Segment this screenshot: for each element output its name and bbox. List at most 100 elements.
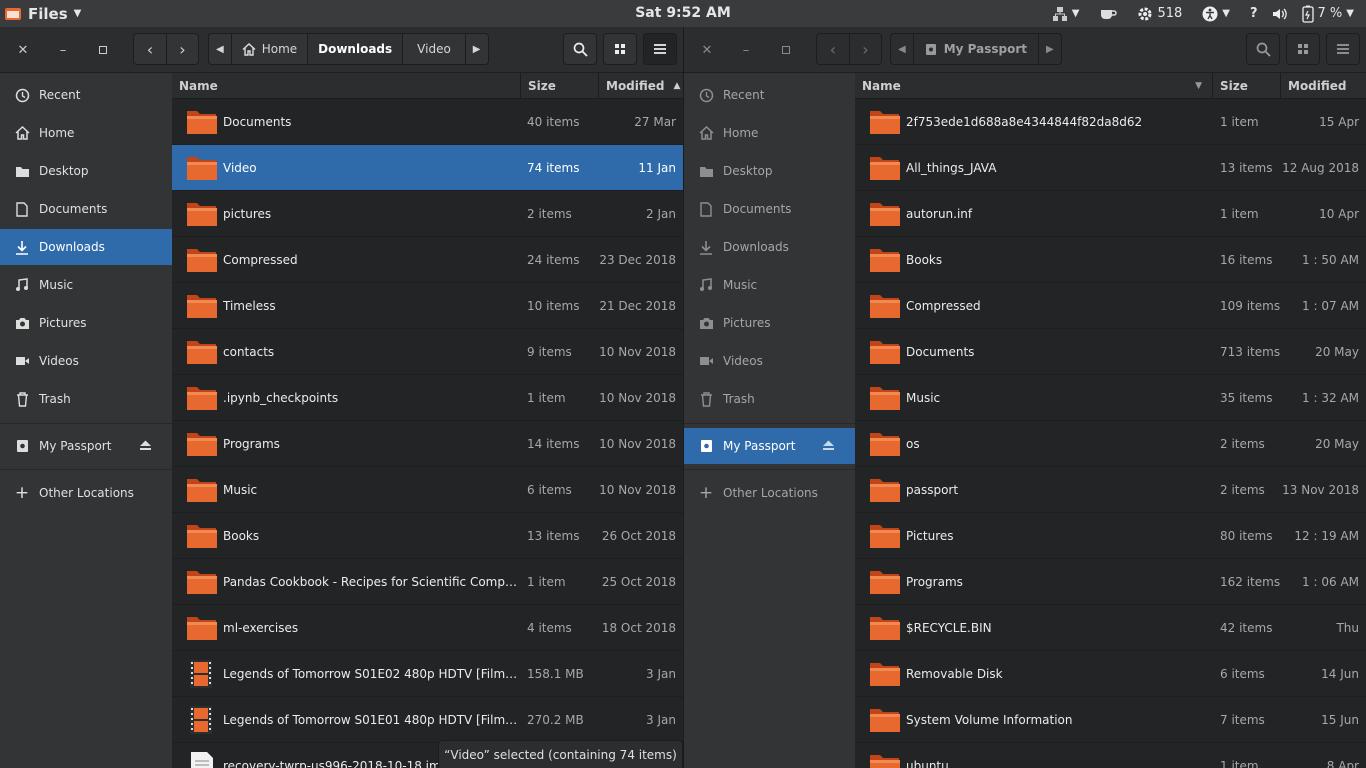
breadcrumb-my-passport[interactable]: My Passport: [912, 34, 1038, 64]
column-label: Name: [862, 79, 901, 93]
breadcrumb-scroll-left[interactable]: ◀: [209, 34, 231, 64]
search-button[interactable]: [563, 33, 597, 65]
breadcrumb-scroll-left[interactable]: ◀: [891, 34, 913, 64]
file-row[interactable]: contacts 9 items 10 Nov 2018: [172, 329, 683, 375]
sidebar: Recent Home Desktop Documents Downloads …: [0, 73, 172, 768]
file-row[interactable]: ml-exercises 4 items 18 Oct 2018: [172, 605, 683, 651]
file-row[interactable]: Music 6 items 10 Nov 2018: [172, 467, 683, 513]
column-name[interactable]: Name ▼: [855, 73, 1212, 99]
file-row[interactable]: Documents 40 items 27 Mar: [172, 99, 683, 145]
maximize-button[interactable]: [775, 39, 797, 61]
sidebar-separator: [0, 423, 172, 424]
sidebar-item-recent[interactable]: Recent: [0, 77, 172, 113]
sidebar-item-music[interactable]: Music: [684, 267, 855, 303]
app-menu[interactable]: Files ▼: [4, 0, 81, 27]
file-row[interactable]: Compressed 109 items 1 : 07 AM: [855, 283, 1366, 329]
file-row[interactable]: Legends of Tomorrow S01E02 480p HDTV [Fi…: [172, 651, 683, 697]
file-row[interactable]: Books 13 items 26 Oct 2018: [172, 513, 683, 559]
sidebar-item-other-locations[interactable]: + Other Locations: [0, 475, 172, 511]
network-menu[interactable]: ▼: [1042, 6, 1090, 22]
back-button[interactable]: ‹: [817, 34, 849, 64]
close-button[interactable]: ✕: [12, 39, 34, 61]
sidebar-item-pictures[interactable]: Pictures: [684, 305, 855, 341]
sidebar-item-other-locations[interactable]: + Other Locations: [684, 475, 855, 511]
file-row[interactable]: 2f753ede1d688a8e4344844f82da8d62 1 item 15…: [855, 99, 1366, 145]
folder-icon: [869, 384, 901, 412]
file-row[interactable]: .ipynb_checkpoints 1 item 10 Nov 2018: [172, 375, 683, 421]
sidebar-item-pictures[interactable]: Pictures: [0, 305, 172, 341]
menu-button[interactable]: [1326, 33, 1360, 65]
minimize-button[interactable]: –: [52, 39, 74, 61]
file-name: Books: [223, 528, 260, 543]
minimize-button[interactable]: –: [735, 39, 757, 61]
file-row[interactable]: Compressed 24 items 23 Dec 2018: [172, 237, 683, 283]
sidebar-item-downloads[interactable]: Downloads: [0, 229, 172, 265]
forward-button[interactable]: ›: [166, 34, 198, 64]
volume-indicator[interactable]: [1268, 6, 1292, 22]
updates-indicator[interactable]: 518: [1127, 6, 1192, 22]
help-indicator[interactable]: ?: [1240, 6, 1268, 21]
sidebar-item-trash[interactable]: Trash: [684, 381, 855, 417]
file-row[interactable]: All_things_JAVA 13 items 12 Aug 2018: [855, 145, 1366, 191]
menu-button[interactable]: [643, 33, 677, 65]
file-row[interactable]: Books 16 items 1 : 50 AM: [855, 237, 1366, 283]
column-modified[interactable]: Modified ▲: [598, 73, 683, 99]
forward-button[interactable]: ›: [849, 34, 881, 64]
file-row[interactable]: autorun.inf 1 item 10 Apr: [855, 191, 1366, 237]
file-row[interactable]: Programs 162 items 1 : 06 AM: [855, 559, 1366, 605]
sidebar-item-videos[interactable]: Videos: [684, 343, 855, 379]
sidebar-item-my-passport[interactable]: My Passport: [684, 428, 855, 464]
close-button[interactable]: ✕: [696, 39, 718, 61]
sidebar-item-recent[interactable]: Recent: [684, 77, 855, 113]
accessibility-menu[interactable]: ▼: [1192, 6, 1240, 22]
search-button[interactable]: [1246, 33, 1280, 65]
sidebar-item-home[interactable]: Home: [0, 115, 172, 151]
sidebar-item-trash[interactable]: Trash: [0, 381, 172, 417]
file-row[interactable]: Documents 713 items 20 May: [855, 329, 1366, 375]
file-row[interactable]: Timeless 10 items 21 Dec 2018: [172, 283, 683, 329]
file-size: 713 items: [1220, 344, 1281, 359]
sidebar-item-documents[interactable]: Documents: [0, 191, 172, 227]
sidebar-item-desktop[interactable]: Desktop: [0, 153, 172, 189]
file-row[interactable]: ubuntu 1 item 8 Apr: [855, 743, 1366, 768]
breadcrumb-home[interactable]: Home: [230, 34, 307, 64]
eject-button[interactable]: [139, 440, 152, 454]
sidebar-item-home[interactable]: Home: [684, 115, 855, 151]
file-row[interactable]: Pictures 80 items 12 : 19 AM: [855, 513, 1366, 559]
folder-icon: [186, 338, 218, 366]
file-row[interactable]: Music 35 items 1 : 32 AM: [855, 375, 1366, 421]
sidebar-item-music[interactable]: Music: [0, 267, 172, 303]
sidebar-item-documents[interactable]: Documents: [684, 191, 855, 227]
sidebar-item-my-passport[interactable]: My Passport: [0, 428, 172, 464]
sidebar-item-videos[interactable]: Videos: [0, 343, 172, 379]
file-row[interactable]: Legends of Tomorrow S01E01 480p HDTV [Fi…: [172, 697, 683, 743]
back-button[interactable]: ‹: [134, 34, 166, 64]
file-row[interactable]: Programs 14 items 10 Nov 2018: [172, 421, 683, 467]
file-modified: 11 Jan: [638, 160, 676, 175]
column-size[interactable]: Size: [1212, 73, 1280, 99]
grid-view-button[interactable]: [1286, 33, 1320, 65]
breadcrumb-scroll-right[interactable]: ▶: [1038, 34, 1061, 64]
folder-icon: [186, 246, 218, 274]
breadcrumb-downloads[interactable]: Downloads: [307, 34, 403, 64]
maximize-button[interactable]: [92, 39, 114, 61]
file-row[interactable]: Pandas Cookbook - Recipes for Scientific…: [172, 559, 683, 605]
column-modified[interactable]: Modified: [1280, 73, 1366, 99]
battery-indicator[interactable]: 7 % ▼: [1292, 5, 1358, 23]
column-name[interactable]: Name: [172, 73, 520, 99]
grid-view-button[interactable]: [603, 33, 637, 65]
file-row[interactable]: os 2 items 20 May: [855, 421, 1366, 467]
file-row[interactable]: Video 74 items 11 Jan: [172, 145, 683, 191]
file-row[interactable]: pictures 2 items 2 Jan: [172, 191, 683, 237]
sidebar-item-desktop[interactable]: Desktop: [684, 153, 855, 189]
caffeine-indicator[interactable]: [1089, 6, 1127, 22]
file-row[interactable]: passport 2 items 13 Nov 2018: [855, 467, 1366, 513]
column-size[interactable]: Size: [520, 73, 598, 99]
eject-button[interactable]: [822, 440, 835, 454]
breadcrumb-video[interactable]: Video: [402, 34, 465, 64]
file-row[interactable]: Removable Disk 6 items 14 Jun: [855, 651, 1366, 697]
file-row[interactable]: $RECYCLE.BIN 42 items Thu: [855, 605, 1366, 651]
sidebar-item-downloads[interactable]: Downloads: [684, 229, 855, 265]
breadcrumb-scroll-right[interactable]: ▶: [464, 34, 488, 64]
file-row[interactable]: System Volume Information 7 items 15 Jun: [855, 697, 1366, 743]
